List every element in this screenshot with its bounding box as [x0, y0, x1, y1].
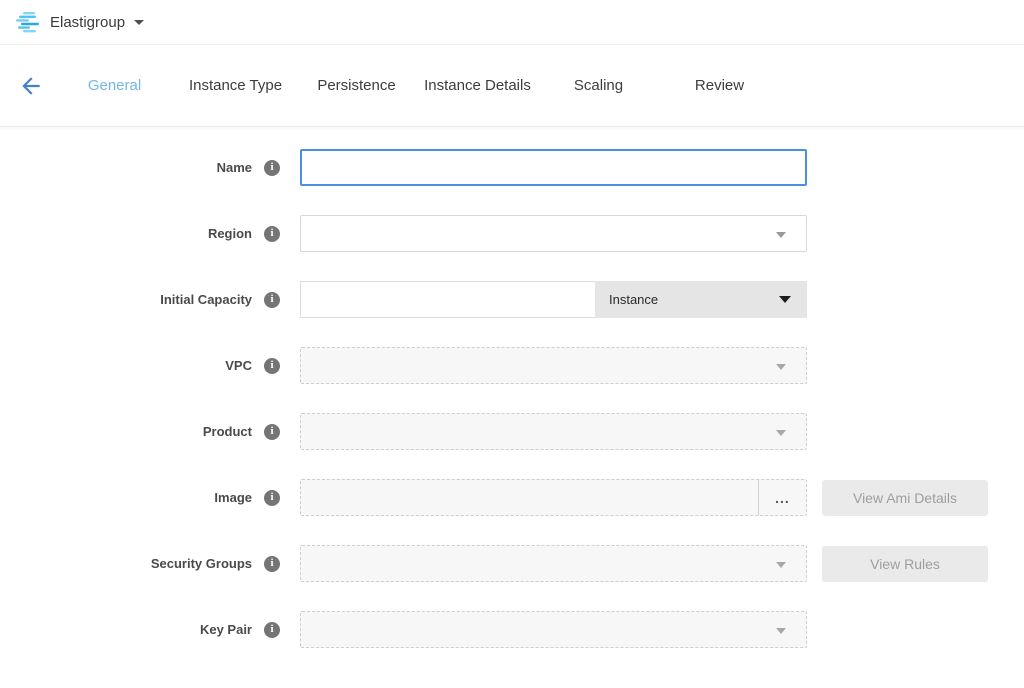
- form-row-initial-capacity: Initial Capacity Instance: [0, 281, 1024, 318]
- key-pair-select[interactable]: [300, 611, 807, 648]
- app-switcher-caret-icon[interactable]: [134, 20, 144, 25]
- info-icon[interactable]: [264, 490, 280, 506]
- app-title: Elastigroup: [50, 14, 125, 31]
- form-row-region: Region: [0, 215, 1024, 252]
- chevron-down-icon: [776, 430, 786, 436]
- info-icon[interactable]: [264, 622, 280, 638]
- initial-capacity-label: Initial Capacity: [0, 292, 252, 307]
- chevron-down-icon: [776, 628, 786, 634]
- capacity-unit-select[interactable]: Instance: [595, 281, 807, 318]
- tab-scaling[interactable]: Scaling: [538, 77, 659, 94]
- security-groups-select[interactable]: [300, 545, 807, 582]
- form-row-image: Image ... View Ami Details: [0, 479, 1024, 516]
- chevron-down-icon: [776, 562, 786, 568]
- elastigroup-logo-icon: [16, 12, 40, 33]
- tab-review[interactable]: Review: [659, 77, 780, 94]
- chevron-down-icon: [776, 364, 786, 370]
- initial-capacity-input[interactable]: [300, 281, 595, 318]
- key-pair-label: Key Pair: [0, 622, 252, 637]
- tab-instance-details[interactable]: Instance Details: [417, 77, 538, 94]
- region-select[interactable]: [300, 215, 807, 252]
- tab-general[interactable]: General: [54, 77, 175, 94]
- tab-instance-type[interactable]: Instance Type: [175, 77, 296, 94]
- info-icon[interactable]: [264, 292, 280, 308]
- info-icon[interactable]: [264, 556, 280, 572]
- info-icon[interactable]: [264, 424, 280, 440]
- vpc-select[interactable]: [300, 347, 807, 384]
- view-rules-button[interactable]: View Rules: [822, 546, 988, 582]
- image-label: Image: [0, 490, 252, 505]
- region-label: Region: [0, 226, 252, 241]
- product-select[interactable]: [300, 413, 807, 450]
- name-label: Name: [0, 160, 252, 175]
- form-row-product: Product: [0, 413, 1024, 450]
- info-icon[interactable]: [264, 226, 280, 242]
- general-settings-form: Name Region Initial Capacity Instance VP…: [0, 127, 1024, 648]
- info-icon[interactable]: [264, 358, 280, 374]
- vpc-label: VPC: [0, 358, 252, 373]
- top-bar: Elastigroup: [0, 0, 1024, 45]
- image-input[interactable]: [301, 480, 758, 515]
- security-groups-label: Security Groups: [0, 556, 252, 571]
- back-arrow-icon[interactable]: [18, 73, 44, 99]
- wizard-tab-bar: General Instance Type Persistence Instan…: [0, 45, 1024, 127]
- form-row-key-pair: Key Pair: [0, 611, 1024, 648]
- image-field: ...: [300, 479, 807, 516]
- view-ami-details-button[interactable]: View Ami Details: [822, 480, 988, 516]
- form-row-security-groups: Security Groups View Rules: [0, 545, 1024, 582]
- capacity-unit-value: Instance: [609, 292, 658, 307]
- browse-image-button[interactable]: ...: [758, 480, 806, 515]
- info-icon[interactable]: [264, 160, 280, 176]
- name-input[interactable]: [300, 149, 807, 186]
- form-row-vpc: VPC: [0, 347, 1024, 384]
- tab-persistence[interactable]: Persistence: [296, 77, 417, 94]
- form-row-name: Name: [0, 149, 1024, 186]
- chevron-down-icon: [776, 232, 786, 238]
- chevron-down-icon: [779, 296, 791, 303]
- product-label: Product: [0, 424, 252, 439]
